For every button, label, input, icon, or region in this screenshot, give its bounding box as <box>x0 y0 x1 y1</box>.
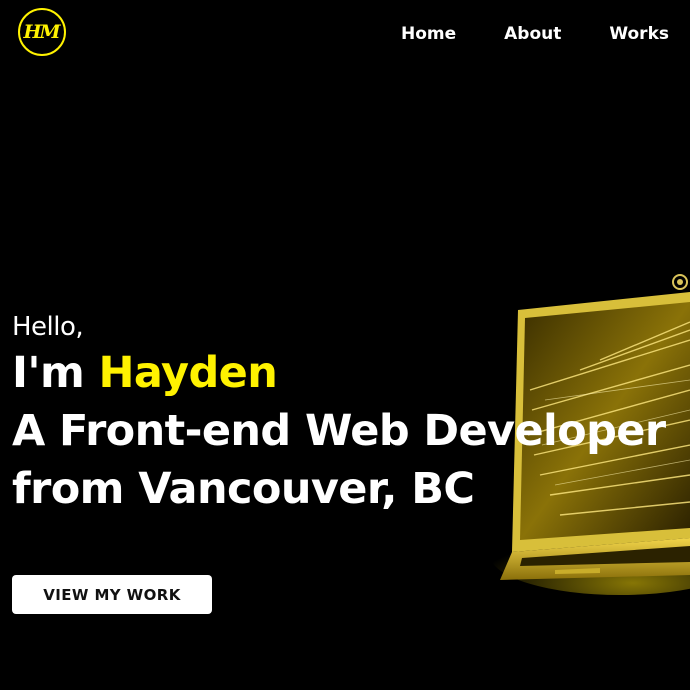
hero-section: Hello, I'm Hayden A Front-end Web Develop… <box>12 312 690 518</box>
nav-about-link[interactable]: About <box>504 24 561 44</box>
headline: I'm Hayden A Front-end Web Developer from … <box>12 344 690 518</box>
greeting: Hello, <box>12 312 84 342</box>
logo[interactable]: HM <box>18 8 66 56</box>
logo-text: HM <box>23 21 61 43</box>
view-my-work-button[interactable]: VIEW MY WORK <box>12 575 212 614</box>
site-header: HM Home About Works <box>0 0 690 70</box>
intro-prefix: I'm <box>12 348 99 398</box>
headline-location: from Vancouver, BC <box>12 464 475 514</box>
main-nav: Home About Works <box>401 24 669 44</box>
headline-role: A Front-end Web Developer <box>12 406 666 456</box>
highlighted-name: Hayden <box>98 348 278 398</box>
nav-works-link[interactable]: Works <box>609 24 669 44</box>
nav-home-link[interactable]: Home <box>401 24 456 44</box>
